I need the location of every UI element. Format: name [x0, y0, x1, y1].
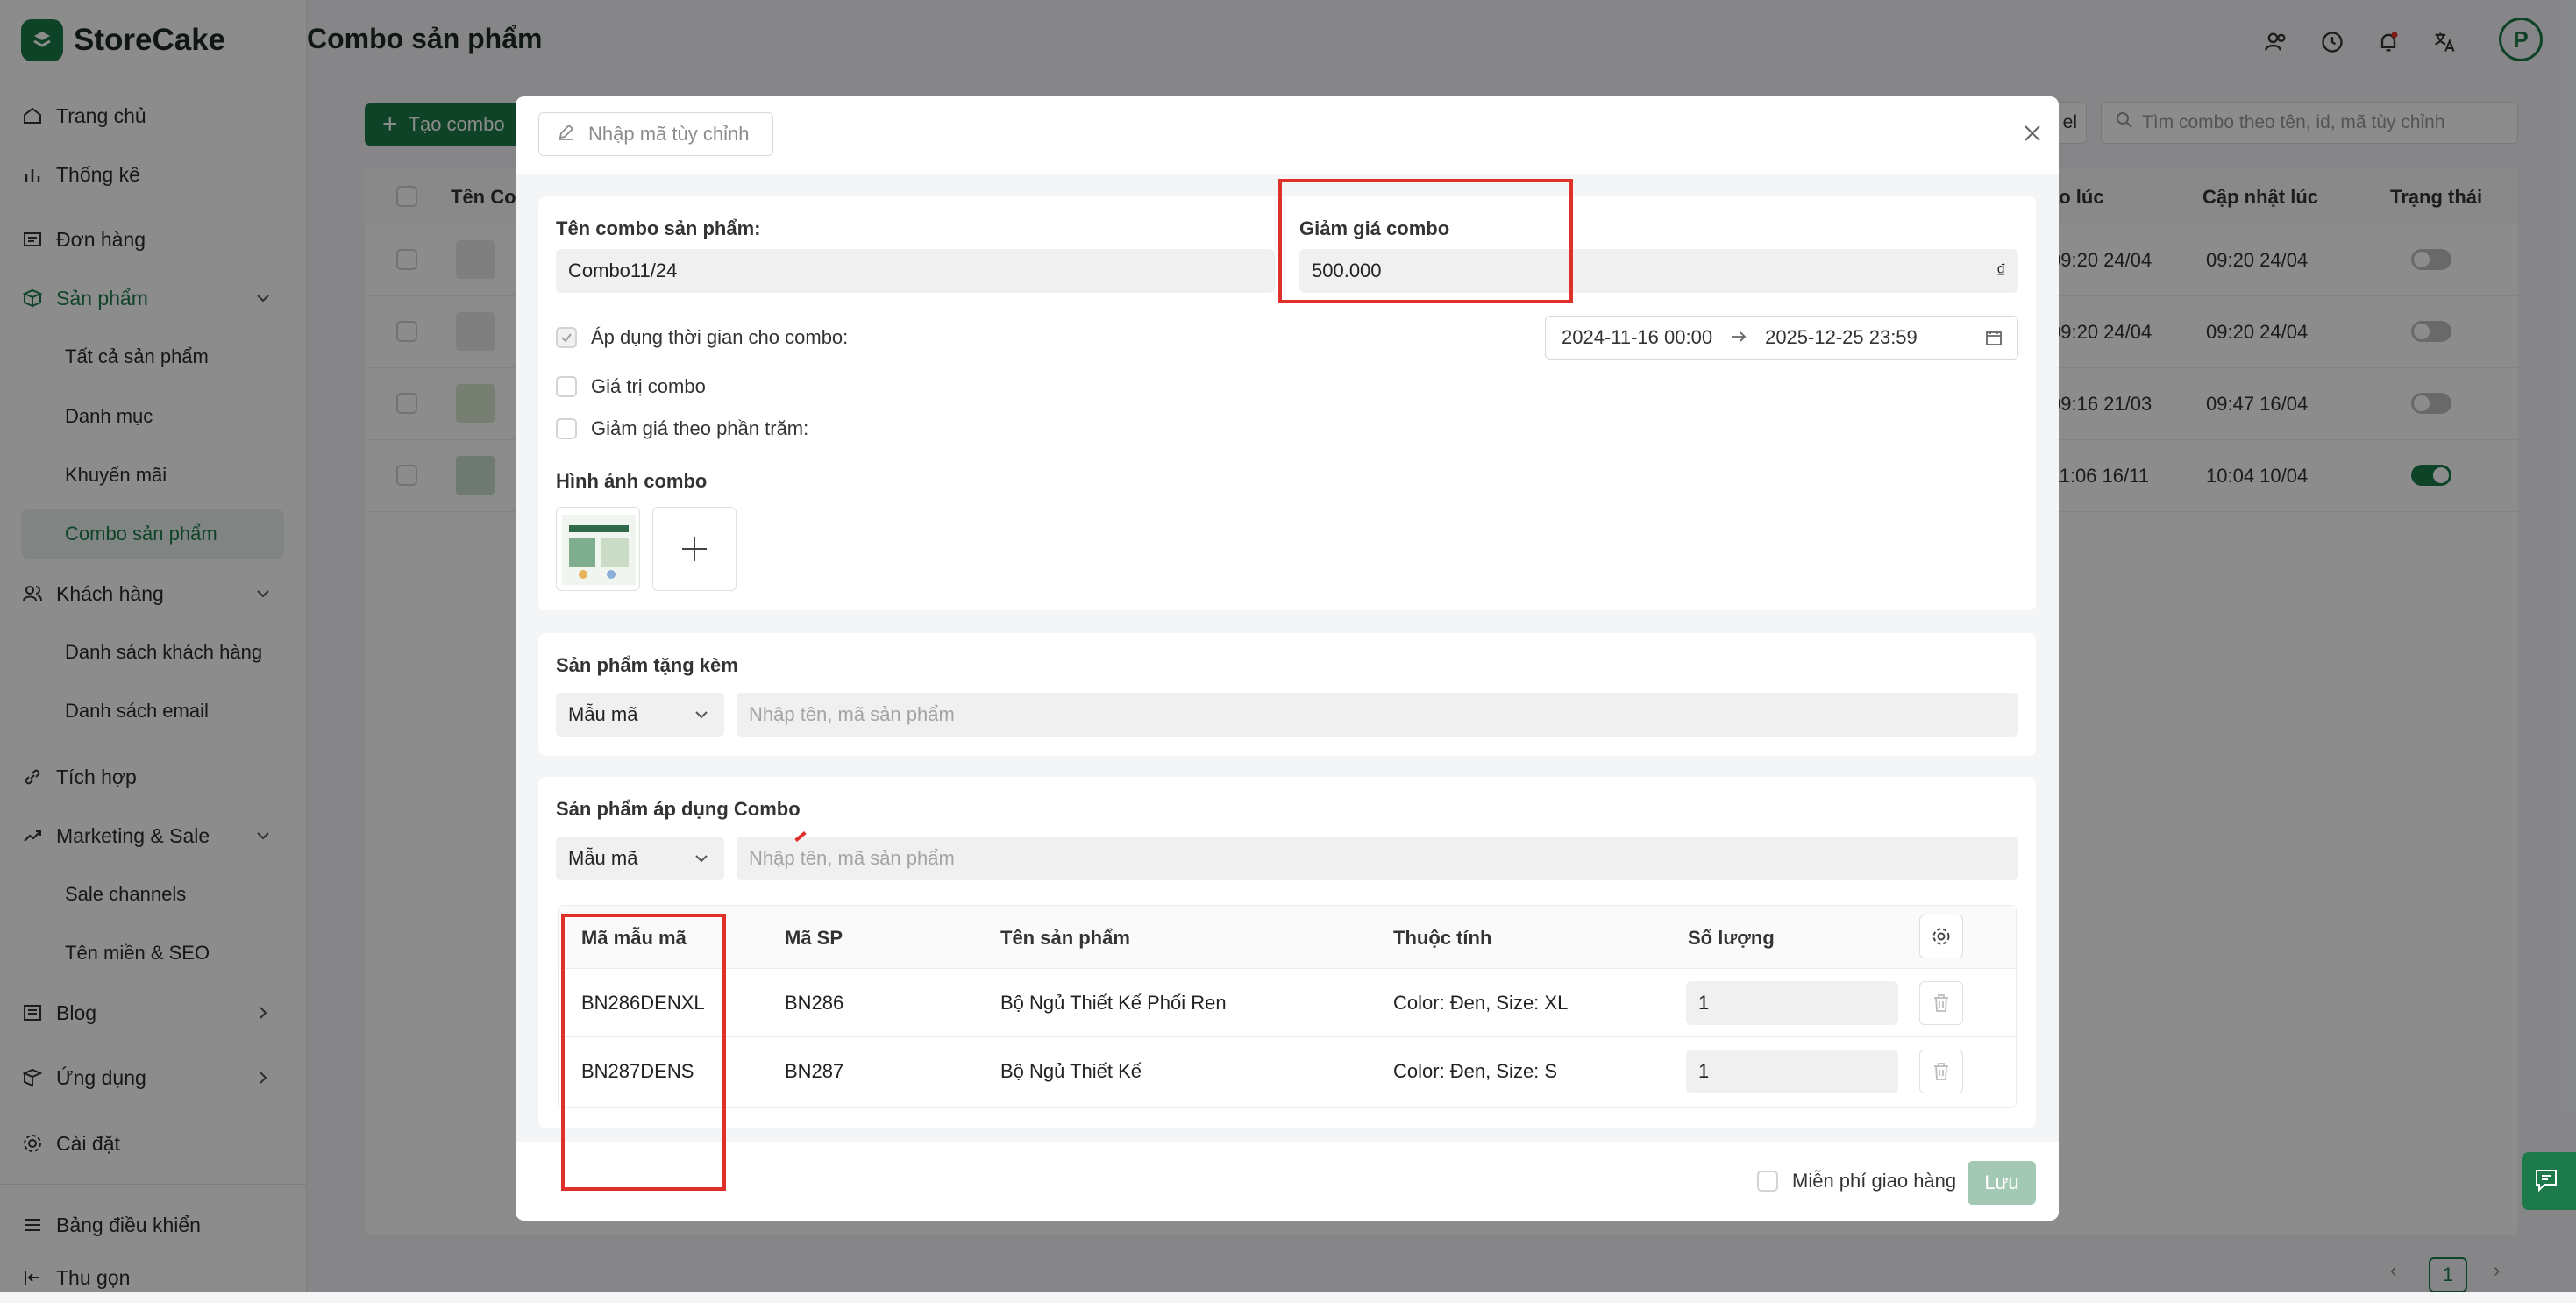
percent-discount-checkbox[interactable]: Giảm giá theo phần trăm: — [556, 417, 808, 440]
combo-value-checkbox[interactable]: Giá trị combo — [556, 375, 706, 398]
checkbox-icon — [1757, 1171, 1778, 1192]
gift-products-label: Sản phẩm tặng kèm — [556, 654, 738, 676]
product-name: Bộ Ngủ Thiết Kế — [1000, 1060, 1142, 1082]
gift-products-card: Sản phẩm tặng kèm Mẫu mã Nhập tên, mã sả… — [538, 633, 2036, 756]
add-image-button[interactable] — [652, 507, 737, 591]
quantity-value: 1 — [1698, 992, 1710, 1014]
chat-support-button[interactable] — [2522, 1152, 2576, 1210]
sku: BN286 — [785, 992, 844, 1014]
product-name: Bộ Ngủ Thiết Kế Phối Ren — [1000, 992, 1227, 1014]
apply-time-label: Áp dụng thời gian cho combo: — [591, 326, 849, 348]
applied-type-select[interactable]: Mẫu mã — [556, 837, 724, 880]
col-attributes: Thuộc tính — [1393, 927, 1492, 949]
applied-product-search-input[interactable]: Nhập tên, mã sản phẩm — [737, 837, 2018, 880]
checkbox-icon — [556, 418, 577, 439]
pencil-icon — [557, 122, 576, 146]
calendar-icon — [1984, 328, 2003, 352]
combo-images-label: Hình ảnh combo — [556, 470, 708, 492]
combo-name-label: Tên combo sản phẩm: — [556, 217, 761, 239]
plus-icon — [682, 537, 707, 561]
table-row: BN286DENXL BN286 Bộ Ngủ Thiết Kế Phối Re… — [559, 969, 2016, 1037]
col-quantity: Số lượng — [1688, 927, 1775, 949]
applied-products-card: Sản phẩm áp dụng Combo Mẫu mã Nhập tên, … — [538, 777, 2036, 1128]
date-end[interactable]: 2025-12-25 23:59 — [1765, 326, 1918, 349]
col-product-name: Tên sản phẩm — [1000, 927, 1130, 949]
modal-header: Nhập mã tùy chỉnh — [516, 96, 2059, 174]
sku: BN287 — [785, 1060, 844, 1082]
trash-icon — [1934, 1063, 1948, 1080]
gear-icon — [1932, 928, 1950, 945]
close-icon[interactable] — [2017, 117, 2048, 149]
table-header: Mã mẫu mã Mã SP Tên sản phẩm Thuộc tính … — [559, 906, 2016, 969]
currency-symbol: ₫ — [1996, 260, 2006, 281]
gift-product-placeholder: Nhập tên, mã sản phẩm — [749, 703, 955, 725]
trash-icon — [1934, 994, 1948, 1012]
checkbox-checked-icon — [556, 327, 577, 348]
quantity-input[interactable]: 1 — [1686, 981, 1898, 1025]
custom-code-placeholder: Nhập mã tùy chỉnh — [588, 123, 750, 145]
chevron-down-icon — [693, 850, 710, 872]
delete-row-button[interactable] — [1919, 981, 1963, 1025]
highlight-variant-codes — [561, 914, 726, 1191]
date-range-picker[interactable]: 2024-11-16 00:00 2025-12-25 23:59 — [1545, 316, 2018, 360]
quantity-value: 1 — [1698, 1060, 1710, 1082]
applied-type-value: Mẫu mã — [568, 847, 638, 869]
applied-products-table: Mã mẫu mã Mã SP Tên sản phẩm Thuộc tính … — [558, 905, 2017, 1108]
chat-icon — [2536, 1170, 2557, 1193]
table-row: BN287DENS BN287 Bộ Ngủ Thiết Kế Color: Đ… — [559, 1037, 2016, 1106]
chevron-down-icon — [693, 706, 710, 729]
applied-product-placeholder: Nhập tên, mã sản phẩm — [749, 847, 955, 869]
highlight-discount — [1278, 179, 1573, 303]
applied-products-label: Sản phẩm áp dụng Combo — [556, 798, 801, 820]
combo-edit-modal: Nhập mã tùy chỉnh Tên combo sản phẩm: Co… — [516, 96, 2059, 1221]
date-start[interactable]: 2024-11-16 00:00 — [1562, 326, 1712, 349]
col-sku: Mã SP — [785, 927, 843, 949]
combo-name-input[interactable]: Combo11/24 — [556, 249, 1275, 293]
gift-type-value: Mẫu mã — [568, 703, 638, 725]
checkbox-icon — [556, 376, 577, 397]
attributes: Color: Đen, Size: S — [1393, 1060, 1558, 1082]
delete-row-button[interactable] — [1919, 1050, 1963, 1093]
apply-time-checkbox[interactable]: Áp dụng thời gian cho combo: — [556, 326, 848, 349]
save-button[interactable]: Lưu — [1968, 1161, 2036, 1205]
table-settings-button[interactable] — [1919, 915, 1963, 958]
combo-image-thumbnail[interactable] — [556, 507, 640, 591]
combo-value-label: Giá trị combo — [591, 375, 706, 397]
percent-discount-label: Giảm giá theo phần trăm: — [591, 417, 809, 439]
arrow-right-icon — [1730, 326, 1747, 349]
custom-code-input[interactable]: Nhập mã tùy chỉnh — [538, 112, 773, 156]
gift-product-search-input[interactable]: Nhập tên, mã sản phẩm — [737, 693, 2018, 737]
combo-name-value: Combo11/24 — [568, 260, 678, 281]
quantity-input[interactable]: 1 — [1686, 1050, 1898, 1093]
free-shipping-checkbox[interactable]: Miễn phí giao hàng — [1757, 1170, 1956, 1193]
free-shipping-label: Miễn phí giao hàng — [1792, 1170, 1957, 1192]
modal-footer: Miễn phí giao hàng Lưu — [516, 1142, 2059, 1221]
gift-type-select[interactable]: Mẫu mã — [556, 693, 724, 737]
attributes: Color: Đen, Size: XL — [1393, 992, 1569, 1014]
